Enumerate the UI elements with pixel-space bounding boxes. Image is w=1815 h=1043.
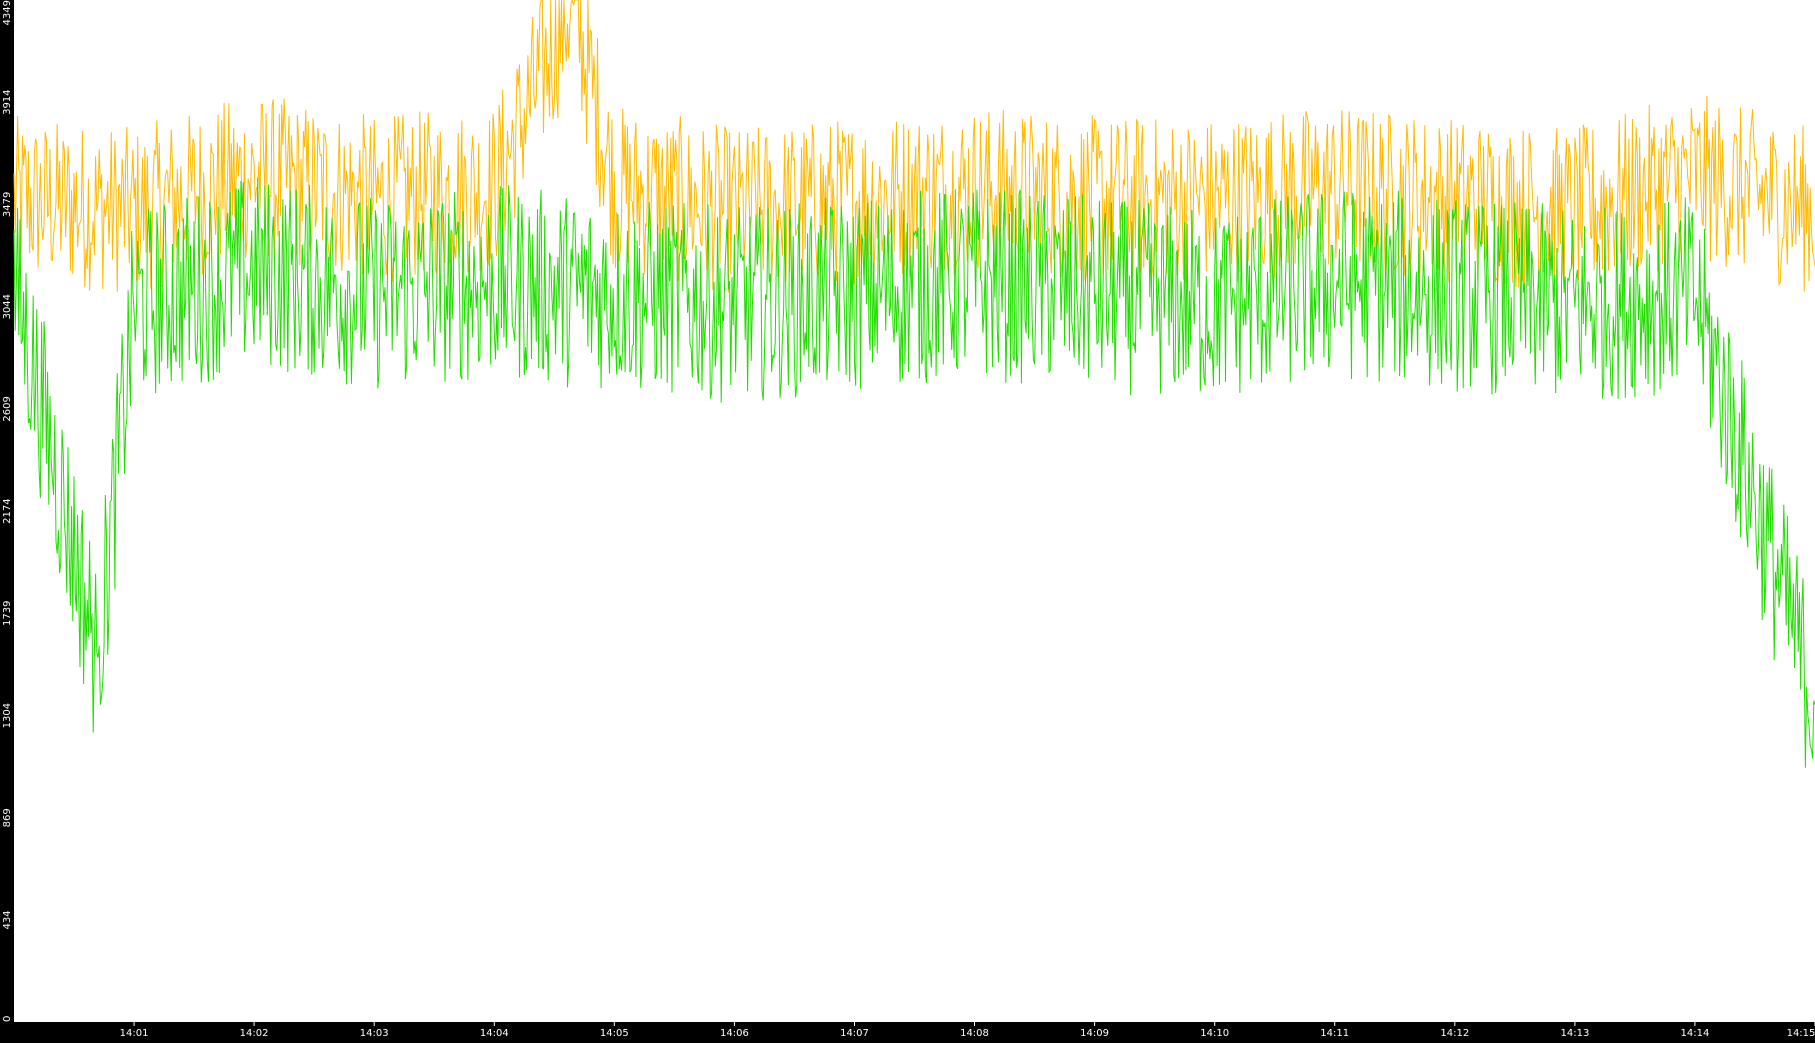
x-tick-label: 14:04 [480,1028,509,1039]
y-tick-label: 3044 [2,294,13,319]
x-tick-label: 14:15 [1787,1028,1815,1039]
y-tick-label: 1739 [2,601,13,626]
x-tick-label: 14:10 [1200,1028,1229,1039]
y-tick-label: 3479 [2,192,13,217]
x-tick-label: 14:08 [960,1028,989,1039]
x-tick-label: 14:13 [1560,1028,1589,1039]
chart-container: 0 434 869 1304 1739 2174 2609 3044 3479 3914 4349 … [0,0,1815,1039]
x-tick-label: 14:06 [720,1028,749,1039]
y-tick-label: 3914 [2,89,13,114]
x-tick-label: 14:05 [600,1028,629,1039]
x-axis: 14:01 14:02 14:03 14:04 14:05 14:06 14:07 14:08… [120,1022,1815,1039]
x-tick-label: 14:12 [1440,1028,1469,1039]
y-tick-label: 434 [2,910,13,929]
line-chart: 043486913041739217426093044347939144349 … [2,0,1815,1039]
y-tick-label: 2609 [2,396,13,421]
y-tick-label: 0 [2,1016,13,1022]
y-tick-label: 4349 [2,0,13,25]
y-tick-label: 869 [2,808,13,827]
x-tick-label: 14:03 [360,1028,389,1039]
y-tick-label: 2174 [2,498,13,523]
plot-background [14,0,1815,1022]
y-axis: 0 434 869 1304 1739 2174 2609 3044 3479 3914 4349 [2,0,13,1022]
x-tick-label: 14:02 [240,1028,269,1039]
x-tick-label: 14:01 [120,1028,149,1039]
x-tick-label: 14:09 [1080,1028,1109,1039]
x-tick-label: 14:14 [1680,1028,1709,1039]
y-tick-label: 1304 [2,703,13,728]
x-tick-label: 14:11 [1320,1028,1349,1039]
x-tick-label: 14:07 [840,1028,869,1039]
